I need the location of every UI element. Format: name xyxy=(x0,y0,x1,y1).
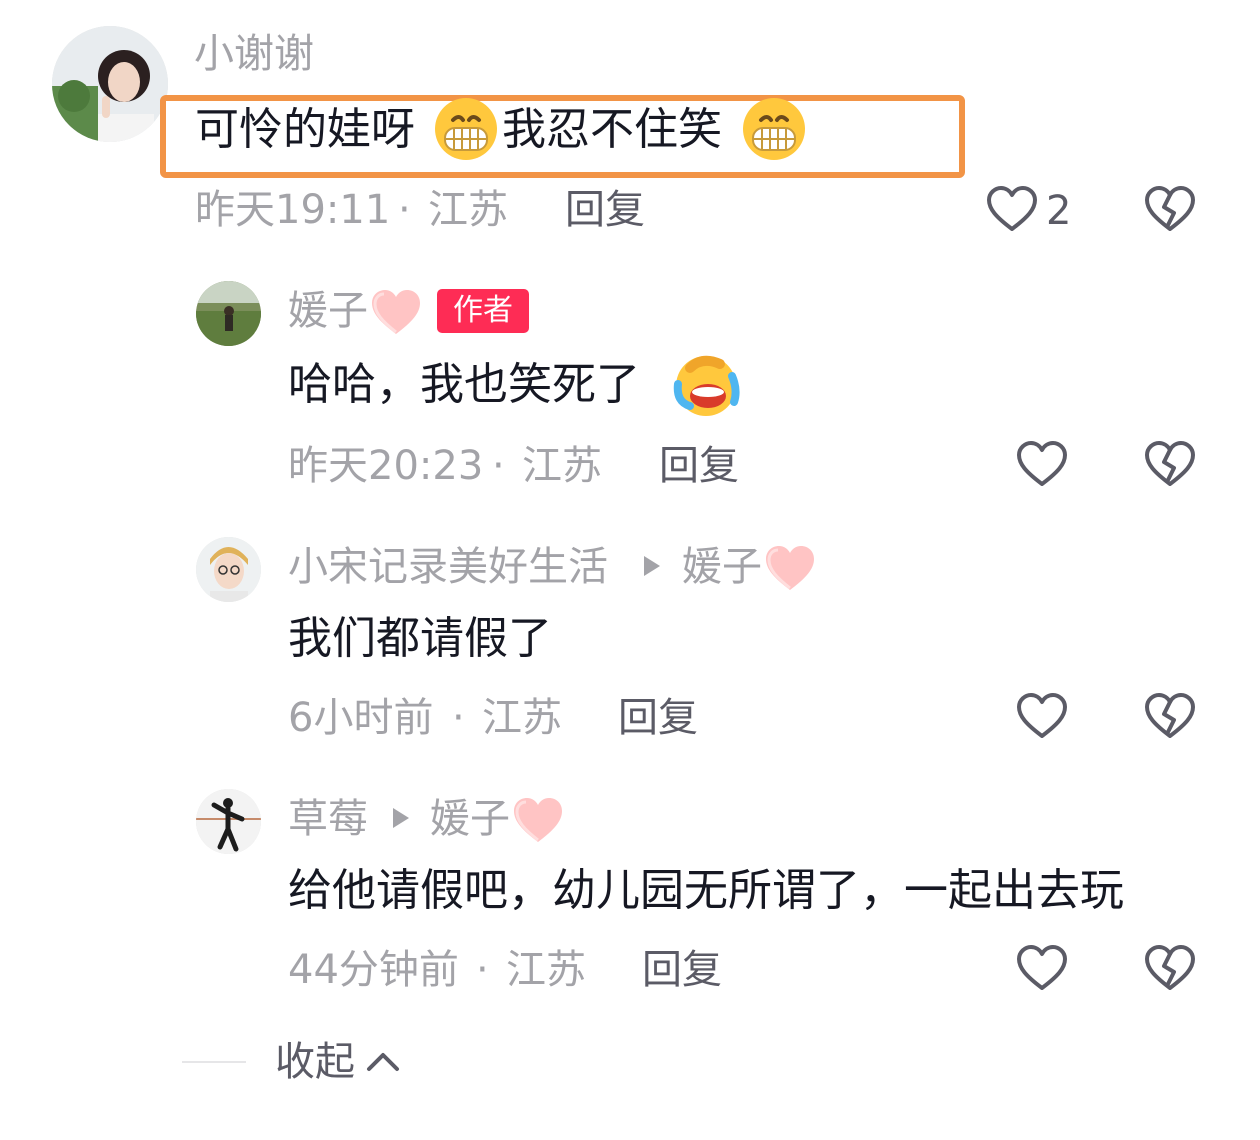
heart-outline-icon[interactable] xyxy=(1016,944,1068,992)
laughing-crying-face-emoji xyxy=(672,350,740,418)
broken-heart-icon[interactable] xyxy=(1144,692,1196,740)
avatar[interactable] xyxy=(196,281,261,346)
reply-username[interactable]: 小宋记录美好生活 xyxy=(288,547,608,587)
comment-username[interactable]: 小谢谢 xyxy=(194,34,314,74)
reply-button[interactable]: 回复 xyxy=(565,190,645,230)
avatar[interactable] xyxy=(52,26,168,142)
pink-heart-emoji xyxy=(370,288,422,336)
reply-username[interactable]: 草莓 xyxy=(288,799,368,839)
reply-text: 给他请假吧，幼儿园无所谓了，一起出去玩 xyxy=(288,865,1124,916)
reply-to-username[interactable]: 媛子 xyxy=(430,799,510,839)
broken-heart-icon[interactable] xyxy=(1144,185,1196,233)
reply-button[interactable]: 回复 xyxy=(642,950,722,990)
like-count: 2 xyxy=(1046,188,1072,234)
meta-separator: · xyxy=(492,443,505,489)
reply-location: 江苏 xyxy=(522,443,602,489)
meta-separator: · xyxy=(452,695,465,741)
reply-button[interactable]: 回复 xyxy=(659,446,739,486)
reply-username[interactable]: 媛子 xyxy=(288,291,368,331)
reply-text: 哈哈，我也笑死了 xyxy=(288,359,640,410)
heart-outline-icon[interactable] xyxy=(1016,692,1068,740)
chevron-up-icon[interactable] xyxy=(366,1050,400,1072)
meta-separator: · xyxy=(398,187,411,233)
reply-time: 昨天20:23 xyxy=(288,443,484,489)
heart-outline-icon[interactable] xyxy=(986,185,1038,233)
triangle-right-icon xyxy=(393,808,409,828)
heart-outline-icon[interactable] xyxy=(1016,440,1068,488)
comment-text-part2: 我忍不住笑 xyxy=(502,104,722,155)
reply-text: 我们都请假了 xyxy=(288,613,552,664)
avatar[interactable] xyxy=(196,537,261,602)
pink-heart-emoji xyxy=(512,796,564,844)
reply-location: 江苏 xyxy=(482,695,562,741)
collapse-button[interactable]: 收起 xyxy=(275,1042,355,1082)
broken-heart-icon[interactable] xyxy=(1144,944,1196,992)
comment-text-part1: 可怜的娃呀 xyxy=(195,104,415,155)
broken-heart-icon[interactable] xyxy=(1144,440,1196,488)
grinning-face-emoji xyxy=(741,96,807,162)
reply-button[interactable]: 回复 xyxy=(618,698,698,738)
triangle-right-icon xyxy=(644,556,660,576)
grinning-face-emoji xyxy=(433,96,499,162)
reply-to-username[interactable]: 媛子 xyxy=(682,547,762,587)
comment-time: 昨天19:11 xyxy=(195,187,391,233)
author-badge: 作者 xyxy=(437,289,529,333)
pink-heart-emoji xyxy=(764,544,816,592)
collapse-divider xyxy=(182,1061,246,1063)
reply-time: 6小时前 xyxy=(288,695,434,741)
reply-location: 江苏 xyxy=(506,947,586,993)
avatar[interactable] xyxy=(196,789,261,854)
comment-location: 江苏 xyxy=(428,187,508,233)
meta-separator: · xyxy=(476,947,489,993)
reply-time: 44分钟前 xyxy=(288,947,459,993)
